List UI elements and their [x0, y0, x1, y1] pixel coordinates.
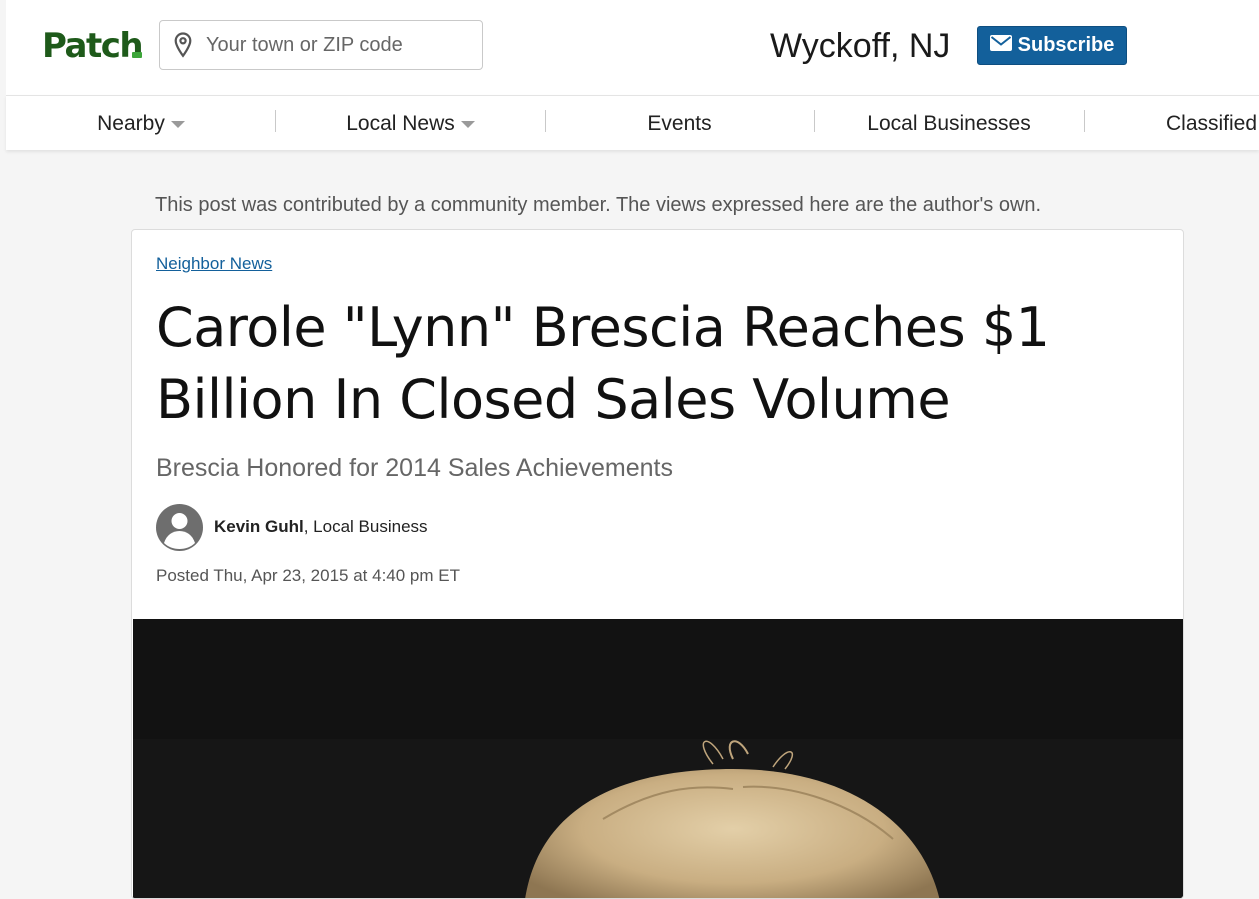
site-header: Patch Wyckoff, NJ Subscribe — [6, 0, 1259, 95]
main-nav: Nearby Local News Events Local Businesse… — [6, 95, 1259, 150]
article-card: Neighbor News Carole "Lynn" Brescia Reac… — [131, 229, 1184, 899]
caret-down-icon — [170, 121, 185, 128]
nav-item-label: Local Businesses — [867, 111, 1031, 135]
author-role: , Local Business — [303, 517, 428, 536]
nav-item-label: Events — [647, 111, 712, 135]
nav-item-events[interactable]: Events — [545, 96, 814, 151]
nav-item-label: Nearby — [97, 111, 165, 135]
subscribe-button[interactable]: Subscribe — [977, 26, 1127, 65]
nav-item-nearby[interactable]: Nearby — [6, 96, 276, 151]
town-zip-input[interactable] — [206, 33, 466, 57]
current-town: Wyckoff, NJ — [770, 27, 951, 65]
portrait-photo-image — [133, 619, 1183, 898]
byline: Kevin Guhl, Local Business — [214, 516, 428, 538]
nav-divider — [1084, 110, 1085, 132]
nav-item-classified[interactable]: Classified — [1166, 96, 1257, 151]
article-subtitle: Brescia Honored for 2014 Sales Achieveme… — [156, 454, 673, 482]
author-name[interactable]: Kevin Guhl — [214, 517, 304, 536]
article-title: Carole "Lynn" Brescia Reaches $1 Billion… — [156, 296, 1050, 431]
nav-item-label: Classified — [1166, 111, 1258, 135]
nav-item-label: Local News — [346, 111, 455, 135]
logo-accent-mark — [132, 52, 142, 58]
user-silhouette-icon — [164, 513, 195, 549]
map-pin-icon — [173, 31, 193, 59]
community-disclaimer: This post was contributed by a community… — [155, 194, 1042, 216]
nav-item-local-news[interactable]: Local News — [276, 96, 545, 151]
nav-item-local-businesses[interactable]: Local Businesses — [814, 96, 1084, 151]
subscribe-label: Subscribe — [1017, 34, 1115, 56]
posted-date: Posted Thu, Apr 23, 2015 at 4:40 pm ET — [156, 566, 460, 585]
patch-logo[interactable]: Patch — [42, 26, 144, 66]
caret-down-icon — [460, 121, 475, 128]
envelope-icon — [989, 34, 1012, 57]
category-link[interactable]: Neighbor News — [156, 254, 272, 274]
location-search[interactable] — [159, 20, 483, 70]
avatar[interactable] — [156, 504, 203, 551]
article-photo — [133, 619, 1183, 898]
